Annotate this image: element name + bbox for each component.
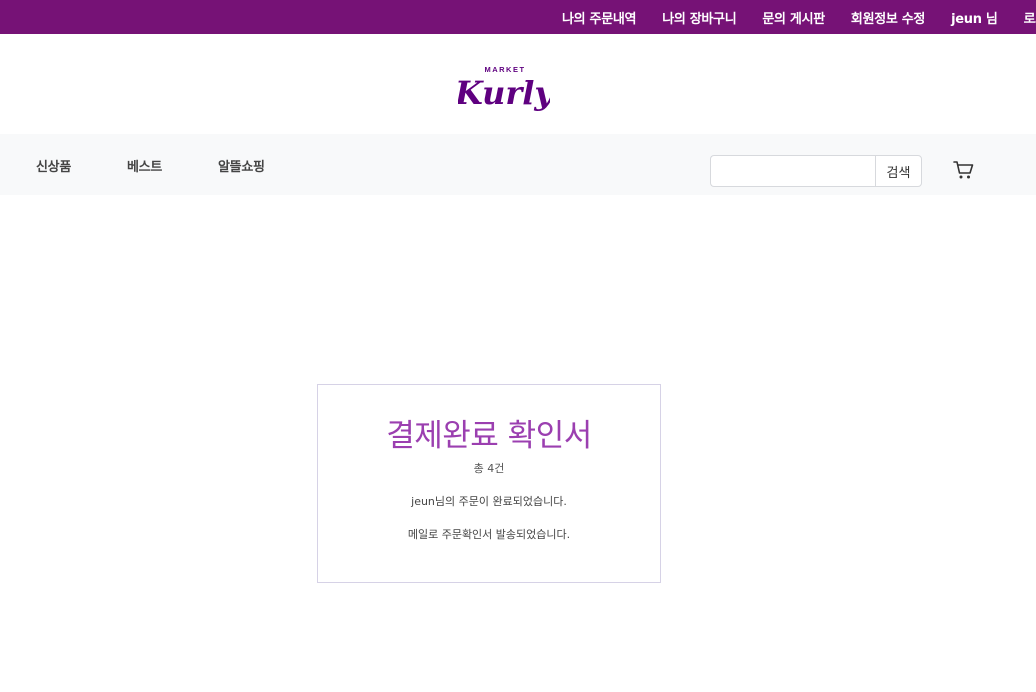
- user-name-link[interactable]: jeun 님: [951, 8, 998, 27]
- order-confirmation-box: 결제완료 확인서 총 4건 jeun님의 주문이 완료되었습니다. 메일로 주문…: [317, 384, 661, 583]
- email-sent-message: 메일로 주문확인서 발송되었습니다.: [407, 528, 571, 541]
- logo-market-text: MARKET: [484, 65, 525, 74]
- cart-icon[interactable]: [953, 160, 975, 180]
- search-input[interactable]: [710, 155, 876, 187]
- order-count: 총 4건: [473, 462, 505, 475]
- order-complete-message: jeun님의 주문이 완료되었습니다.: [411, 495, 567, 508]
- kurly-logo[interactable]: MARKET Kurly: [458, 62, 550, 118]
- nav-best[interactable]: 베스트: [127, 134, 162, 195]
- nav-bargain-shopping[interactable]: 알뜰쇼핑: [218, 134, 265, 195]
- nav-new-products[interactable]: 신상품: [36, 134, 71, 195]
- main-navbar: 신상품 베스트 알뜰쇼핑 검색: [0, 134, 1036, 195]
- logo-header: MARKET Kurly: [0, 34, 1036, 134]
- my-cart-link[interactable]: 나의 장바구니: [662, 8, 736, 27]
- top-utility-links: 나의 주문내역 나의 장바구니 문의 게시판 회원정보 수정 jeun 님 로그…: [562, 0, 1036, 34]
- my-orders-link[interactable]: 나의 주문내역: [562, 8, 636, 27]
- logout-link[interactable]: 로그아웃: [1024, 8, 1036, 27]
- top-utility-bar: 나의 주문내역 나의 장바구니 문의 게시판 회원정보 수정 jeun 님 로그…: [0, 0, 1036, 34]
- edit-profile-link[interactable]: 회원정보 수정: [851, 8, 925, 27]
- logo-kurly-text: Kurly: [458, 74, 550, 112]
- search-button[interactable]: 검색: [875, 155, 922, 187]
- inquiry-board-link[interactable]: 문의 게시판: [762, 8, 825, 27]
- confirmation-title: 결제완료 확인서: [386, 418, 592, 454]
